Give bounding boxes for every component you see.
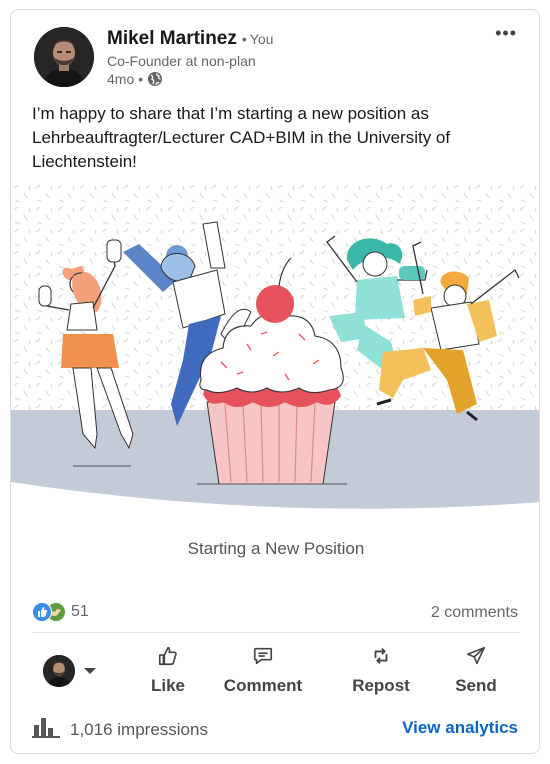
post-meta: 4mo •	[107, 71, 163, 87]
author-name-row: Mikel Martinez • You	[107, 28, 273, 50]
divider	[32, 632, 520, 633]
bar-chart-icon	[32, 716, 60, 743]
repost-button[interactable]: Repost	[346, 644, 416, 696]
like-button[interactable]: Like	[140, 644, 196, 696]
actor-switcher[interactable]	[43, 655, 96, 687]
comment-icon	[252, 644, 274, 668]
post-card: Mikel Martinez • You Co-Founder at non-p…	[10, 9, 540, 754]
like-icon	[157, 644, 179, 668]
author-headline: Co-Founder at non-plan	[107, 53, 256, 69]
globe-icon[interactable]	[147, 71, 163, 87]
send-button[interactable]: Send	[448, 644, 504, 696]
comments-count[interactable]: 2 comments	[431, 604, 518, 622]
separator-dot: •	[138, 71, 144, 87]
send-label: Send	[455, 676, 497, 695]
impressions-count: 1,016 impressions	[70, 719, 208, 739]
repost-label: Repost	[352, 676, 410, 695]
repost-icon	[370, 644, 392, 668]
celebration-illustration[interactable]	[11, 184, 539, 509]
post-age: 4mo	[107, 71, 135, 87]
view-analytics-link[interactable]: View analytics	[402, 718, 518, 738]
comment-label: Comment	[223, 676, 303, 695]
more-options-button[interactable]: •••	[495, 24, 517, 42]
comment-button[interactable]: Comment	[218, 644, 308, 696]
impressions-summary[interactable]: 1,016 impressions	[32, 716, 208, 743]
reactions-summary[interactable]: 51	[32, 602, 89, 622]
you-label: You	[249, 31, 274, 47]
send-icon	[465, 644, 487, 668]
author-name[interactable]: Mikel Martinez	[107, 28, 237, 50]
like-label: Like	[150, 676, 186, 695]
author-avatar[interactable]	[34, 27, 94, 87]
actor-avatar	[43, 655, 75, 687]
like-icon	[32, 602, 52, 622]
illustration-caption: Starting a New Position	[187, 539, 365, 558]
separator-dot: •	[241, 31, 247, 47]
reaction-count: 51	[71, 603, 89, 620]
post-text: I’m happy to share that I’m starting a n…	[32, 104, 451, 171]
chevron-down-icon	[84, 668, 96, 674]
action-bar: Like Comment Repost Send	[11, 644, 539, 696]
